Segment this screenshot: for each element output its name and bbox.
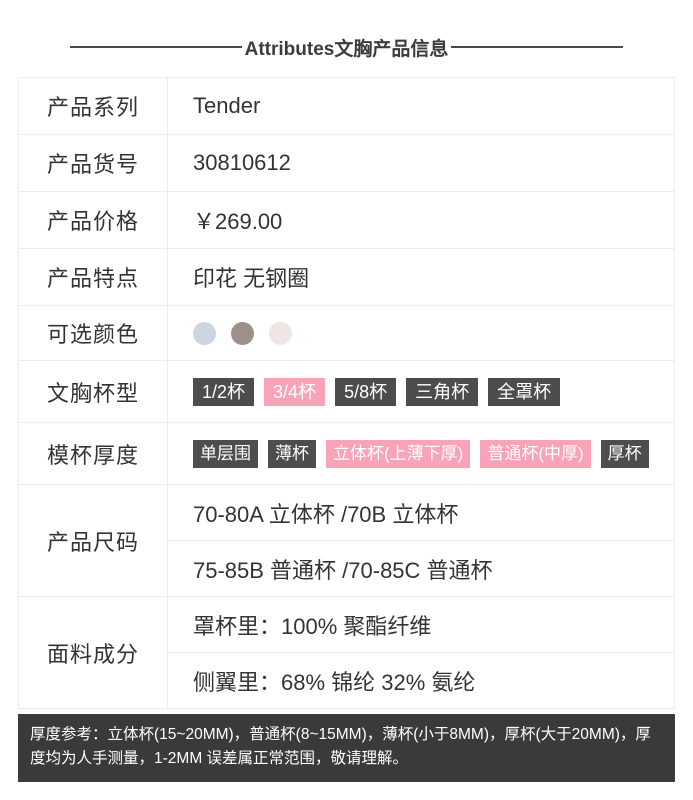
row-value-price: ￥269.00 <box>193 209 283 234</box>
attributes-table: 产品系列 Tender 产品货号 30810612 产品价格 ￥269.00 产… <box>18 77 675 709</box>
table-row: 产品货号 30810612 <box>19 135 674 192</box>
cup-type-option-full[interactable]: 全罩杯 <box>488 377 561 406</box>
table-row-sizes: 产品尺码 70-80A 立体杯 /70B 立体杯 75-85B 普通杯 /70-… <box>19 485 674 597</box>
page-title: Attributes文胸产品信息 <box>244 38 449 60</box>
cup-type-option-list: 1/2杯 3/4杯 5/8杯 三角杯 全罩杯 <box>168 377 561 406</box>
table-row-fabric: 面料成分 罩杯里：100% 聚酯纤维 侧翼里：68% 锦纶 32% 氨纶 <box>19 597 674 709</box>
row-label-series: 产品系列 <box>19 78 168 134</box>
row-value-item-number: 30810612 <box>193 150 291 175</box>
cup-thickness-option-list: 单层围 薄杯 立体杯(上薄下厚) 普通杯(中厚) 厚杯 <box>168 439 649 468</box>
thickness-reference-note: 厚度参考：立体杯(15~20MM)，普通杯(8~15MM)，薄杯(小于8MM)，… <box>18 714 675 782</box>
row-label-features: 产品特点 <box>19 249 168 305</box>
section-header: Attributes文胸产品信息 <box>0 30 693 64</box>
row-value-cup-type: 1/2杯 3/4杯 5/8杯 三角杯 全罩杯 <box>168 361 674 422</box>
color-swatch-pale-pink[interactable] <box>269 321 292 345</box>
header-rule-right <box>451 46 624 48</box>
row-value-features: 印花 无钢圈 <box>193 266 310 291</box>
size-line-1: 70-80A 立体杯 /70B 立体杯 <box>193 501 459 527</box>
table-row-colors: 可选颜色 <box>19 306 674 361</box>
row-label-price: 产品价格 <box>19 192 168 248</box>
cup-thickness-option-thin[interactable]: 薄杯 <box>268 439 316 468</box>
cup-type-option-half[interactable]: 1/2杯 <box>193 377 255 406</box>
row-label-colors: 可选颜色 <box>19 306 168 360</box>
cup-type-option-three-quarter[interactable]: 3/4杯 <box>264 377 326 406</box>
header-rule-left <box>69 46 242 48</box>
table-row: 产品系列 Tender <box>19 78 674 135</box>
row-label-sizes: 产品尺码 <box>19 485 168 596</box>
row-label-item-number: 产品货号 <box>19 135 168 191</box>
cup-thickness-option-3d[interactable]: 立体杯(上薄下厚) <box>326 439 471 468</box>
table-row: 产品价格 ￥269.00 <box>19 192 674 249</box>
row-label-fabric: 面料成分 <box>19 597 168 708</box>
table-row-cup-thickness: 模杯厚度 单层围 薄杯 立体杯(上薄下厚) 普通杯(中厚) 厚杯 <box>19 423 674 485</box>
size-line-2: 75-85B 普通杯 /70-85C 普通杯 <box>168 540 674 596</box>
table-row-cup-type: 文胸杯型 1/2杯 3/4杯 5/8杯 三角杯 全罩杯 <box>19 361 674 423</box>
cup-thickness-option-single-layer[interactable]: 单层围 <box>193 439 258 468</box>
row-label-cup-type: 文胸杯型 <box>19 361 168 422</box>
color-swatch-taupe[interactable] <box>231 321 254 345</box>
fabric-line-2: 侧翼里：68% 锦纶 32% 氨纶 <box>168 652 674 708</box>
cup-thickness-option-thick[interactable]: 厚杯 <box>600 439 649 468</box>
row-value-sizes: 70-80A 立体杯 /70B 立体杯 75-85B 普通杯 /70-85C 普… <box>168 485 674 596</box>
table-row: 产品特点 印花 无钢圈 <box>19 249 674 306</box>
row-label-cup-thickness: 模杯厚度 <box>19 423 168 484</box>
cup-type-option-triangle[interactable]: 三角杯 <box>406 377 479 406</box>
product-attributes-page: Attributes文胸产品信息 产品系列 Tender 产品货号 308106… <box>0 0 693 800</box>
cup-type-option-five-eighth[interactable]: 5/8杯 <box>335 377 397 406</box>
row-value-colors <box>168 306 674 360</box>
row-value-fabric: 罩杯里：100% 聚酯纤维 侧翼里：68% 锦纶 32% 氨纶 <box>168 597 674 708</box>
color-swatch-list <box>168 321 292 345</box>
row-value-series: Tender <box>193 93 261 118</box>
cup-thickness-option-regular[interactable]: 普通杯(中厚) <box>480 439 591 468</box>
row-value-cup-thickness: 单层围 薄杯 立体杯(上薄下厚) 普通杯(中厚) 厚杯 <box>168 423 674 484</box>
fabric-line-1: 罩杯里：100% 聚酯纤维 <box>193 613 432 639</box>
color-swatch-ice-blue[interactable] <box>193 321 216 345</box>
